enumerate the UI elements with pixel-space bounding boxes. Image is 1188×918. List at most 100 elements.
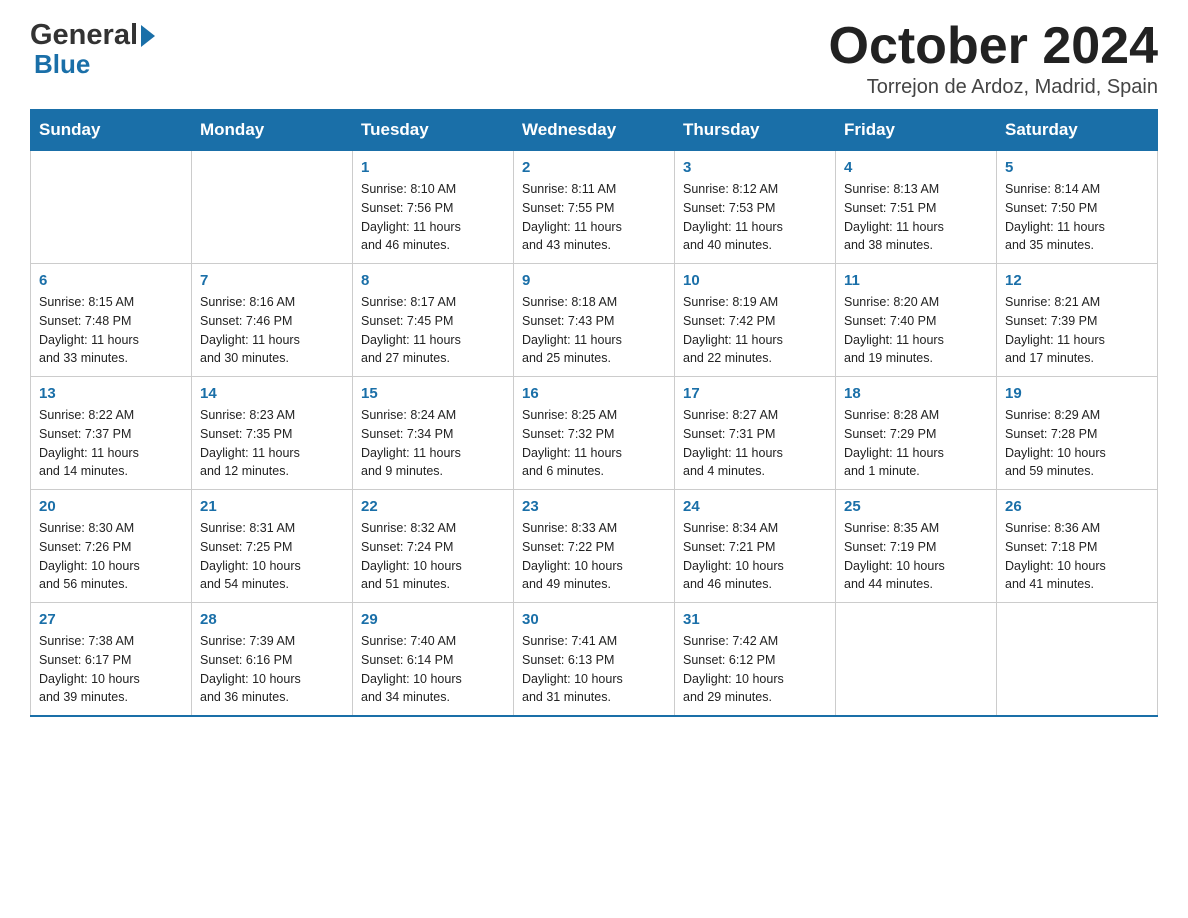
logo: General Blue [30, 20, 155, 78]
day-number: 1 [361, 159, 505, 176]
calendar-week-5: 27Sunrise: 7:38 AMSunset: 6:17 PMDayligh… [31, 603, 1158, 717]
day-info: Sunrise: 8:24 AMSunset: 7:34 PMDaylight:… [361, 406, 505, 481]
calendar-cell: 7 Sunrise: 8:16 AMSunset: 7:46 PMDaylight… [192, 264, 353, 377]
day-number: 20 [39, 498, 183, 515]
calendar-cell [836, 603, 997, 717]
day-header-tuesday: Tuesday [353, 110, 514, 151]
day-info: Sunrise: 8:11 AMSunset: 7:55 PMDaylight:… [522, 180, 666, 255]
day-info: Sunrise: 8:23 AMSunset: 7:35 PMDaylight:… [200, 406, 344, 481]
calendar-week-2: 6 Sunrise: 8:15 AMSunset: 7:48 PMDaylight… [31, 264, 1158, 377]
day-info: Sunrise: 8:35 AMSunset: 7:19 PMDaylight:… [844, 519, 988, 594]
day-info: Sunrise: 8:15 AMSunset: 7:48 PMDaylight:… [39, 293, 183, 368]
day-info: Sunrise: 8:25 AMSunset: 7:32 PMDaylight:… [522, 406, 666, 481]
calendar-cell: 3Sunrise: 8:12 AMSunset: 7:53 PMDaylight… [675, 151, 836, 264]
calendar-table: SundayMondayTuesdayWednesdayThursdayFrid… [30, 109, 1158, 717]
calendar-cell: 22 Sunrise: 8:32 AMSunset: 7:24 PMDayligh… [353, 490, 514, 603]
day-info: Sunrise: 8:31 AMSunset: 7:25 PMDaylight:… [200, 519, 344, 594]
day-info: Sunrise: 7:42 AMSunset: 6:12 PMDaylight:… [683, 632, 827, 707]
day-info: Sunrise: 8:19 AMSunset: 7:42 PMDaylight:… [683, 293, 827, 368]
day-info: Sunrise: 8:12 AMSunset: 7:53 PMDaylight:… [683, 180, 827, 255]
day-number: 16 [522, 385, 666, 402]
day-info: Sunrise: 8:32 AMSunset: 7:24 PMDaylight:… [361, 519, 505, 594]
calendar-cell: 4Sunrise: 8:13 AMSunset: 7:51 PMDaylight… [836, 151, 997, 264]
calendar-cell: 26Sunrise: 8:36 AMSunset: 7:18 PMDayligh… [997, 490, 1158, 603]
location-subtitle: Torrejon de Ardoz, Madrid, Spain [829, 76, 1159, 99]
calendar-cell: 31 Sunrise: 7:42 AMSunset: 6:12 PMDayligh… [675, 603, 836, 717]
logo-blue-text: Blue [34, 50, 155, 79]
calendar-cell: 13 Sunrise: 8:22 AMSunset: 7:37 PMDayligh… [31, 377, 192, 490]
day-number: 7 [200, 272, 344, 289]
day-number: 24 [683, 498, 827, 515]
calendar-cell: 27Sunrise: 7:38 AMSunset: 6:17 PMDayligh… [31, 603, 192, 717]
calendar-cell: 1 Sunrise: 8:10 AMSunset: 7:56 PMDaylight… [353, 151, 514, 264]
day-info: Sunrise: 8:16 AMSunset: 7:46 PMDaylight:… [200, 293, 344, 368]
calendar-cell: 25 Sunrise: 8:35 AMSunset: 7:19 PMDayligh… [836, 490, 997, 603]
calendar-week-3: 13 Sunrise: 8:22 AMSunset: 7:37 PMDayligh… [31, 377, 1158, 490]
calendar-cell: 14Sunrise: 8:23 AMSunset: 7:35 PMDayligh… [192, 377, 353, 490]
calendar-cell: 28 Sunrise: 7:39 AMSunset: 6:16 PMDayligh… [192, 603, 353, 717]
day-number: 23 [522, 498, 666, 515]
day-number: 22 [361, 498, 505, 515]
calendar-cell: 19Sunrise: 8:29 AMSunset: 7:28 PMDayligh… [997, 377, 1158, 490]
day-number: 13 [39, 385, 183, 402]
day-number: 21 [200, 498, 344, 515]
calendar-cell [31, 151, 192, 264]
calendar-cell: 30 Sunrise: 7:41 AMSunset: 6:13 PMDayligh… [514, 603, 675, 717]
calendar-cell: 20 Sunrise: 8:30 AMSunset: 7:26 PMDayligh… [31, 490, 192, 603]
day-info: Sunrise: 8:10 AMSunset: 7:56 PMDaylight:… [361, 180, 505, 255]
day-info: Sunrise: 8:30 AMSunset: 7:26 PMDaylight:… [39, 519, 183, 594]
day-number: 30 [522, 611, 666, 628]
calendar-cell: 12 Sunrise: 8:21 AMSunset: 7:39 PMDayligh… [997, 264, 1158, 377]
day-info: Sunrise: 8:28 AMSunset: 7:29 PMDaylight:… [844, 406, 988, 481]
day-info: Sunrise: 7:41 AMSunset: 6:13 PMDaylight:… [522, 632, 666, 707]
day-number: 29 [361, 611, 505, 628]
day-info: Sunrise: 8:18 AMSunset: 7:43 PMDaylight:… [522, 293, 666, 368]
title-area: October 2024 Torrejon de Ardoz, Madrid, … [829, 20, 1159, 99]
day-number: 26 [1005, 498, 1149, 515]
day-info: Sunrise: 8:17 AMSunset: 7:45 PMDaylight:… [361, 293, 505, 368]
day-number: 12 [1005, 272, 1149, 289]
day-number: 11 [844, 272, 988, 289]
calendar-cell: 8 Sunrise: 8:17 AMSunset: 7:45 PMDaylight… [353, 264, 514, 377]
day-info: Sunrise: 8:33 AMSunset: 7:22 PMDaylight:… [522, 519, 666, 594]
day-number: 17 [683, 385, 827, 402]
calendar-cell: 24Sunrise: 8:34 AMSunset: 7:21 PMDayligh… [675, 490, 836, 603]
day-number: 18 [844, 385, 988, 402]
day-info: Sunrise: 8:29 AMSunset: 7:28 PMDaylight:… [1005, 406, 1149, 481]
day-number: 31 [683, 611, 827, 628]
calendar-cell: 16 Sunrise: 8:25 AMSunset: 7:32 PMDayligh… [514, 377, 675, 490]
calendar-week-4: 20 Sunrise: 8:30 AMSunset: 7:26 PMDayligh… [31, 490, 1158, 603]
calendar-cell: 29 Sunrise: 7:40 AMSunset: 6:14 PMDayligh… [353, 603, 514, 717]
calendar-cell: 10Sunrise: 8:19 AMSunset: 7:42 PMDayligh… [675, 264, 836, 377]
day-number: 25 [844, 498, 988, 515]
day-info: Sunrise: 8:27 AMSunset: 7:31 PMDaylight:… [683, 406, 827, 481]
day-info: Sunrise: 8:14 AMSunset: 7:50 PMDaylight:… [1005, 180, 1149, 255]
day-number: 5 [1005, 159, 1149, 176]
day-header-monday: Monday [192, 110, 353, 151]
calendar-cell: 21 Sunrise: 8:31 AMSunset: 7:25 PMDayligh… [192, 490, 353, 603]
calendar-cell: 6 Sunrise: 8:15 AMSunset: 7:48 PMDaylight… [31, 264, 192, 377]
day-info: Sunrise: 8:21 AMSunset: 7:39 PMDaylight:… [1005, 293, 1149, 368]
day-info: Sunrise: 7:40 AMSunset: 6:14 PMDaylight:… [361, 632, 505, 707]
calendar-cell: 11 Sunrise: 8:20 AMSunset: 7:40 PMDayligh… [836, 264, 997, 377]
day-header-saturday: Saturday [997, 110, 1158, 151]
day-info: Sunrise: 8:13 AMSunset: 7:51 PMDaylight:… [844, 180, 988, 255]
day-number: 15 [361, 385, 505, 402]
month-title: October 2024 [829, 20, 1159, 72]
day-info: Sunrise: 7:39 AMSunset: 6:16 PMDaylight:… [200, 632, 344, 707]
calendar-body: 1 Sunrise: 8:10 AMSunset: 7:56 PMDaylight… [31, 151, 1158, 717]
day-number: 27 [39, 611, 183, 628]
day-number: 8 [361, 272, 505, 289]
calendar-cell [997, 603, 1158, 717]
day-header-wednesday: Wednesday [514, 110, 675, 151]
day-number: 6 [39, 272, 183, 289]
day-number: 28 [200, 611, 344, 628]
calendar-week-1: 1 Sunrise: 8:10 AMSunset: 7:56 PMDaylight… [31, 151, 1158, 264]
calendar-cell: 5 Sunrise: 8:14 AMSunset: 7:50 PMDaylight… [997, 151, 1158, 264]
calendar-cell [192, 151, 353, 264]
calendar-cell: 23 Sunrise: 8:33 AMSunset: 7:22 PMDayligh… [514, 490, 675, 603]
calendar-header: SundayMondayTuesdayWednesdayThursdayFrid… [31, 110, 1158, 151]
day-info: Sunrise: 8:22 AMSunset: 7:37 PMDaylight:… [39, 406, 183, 481]
calendar-cell: 9Sunrise: 8:18 AMSunset: 7:43 PMDaylight… [514, 264, 675, 377]
day-info: Sunrise: 8:20 AMSunset: 7:40 PMDaylight:… [844, 293, 988, 368]
